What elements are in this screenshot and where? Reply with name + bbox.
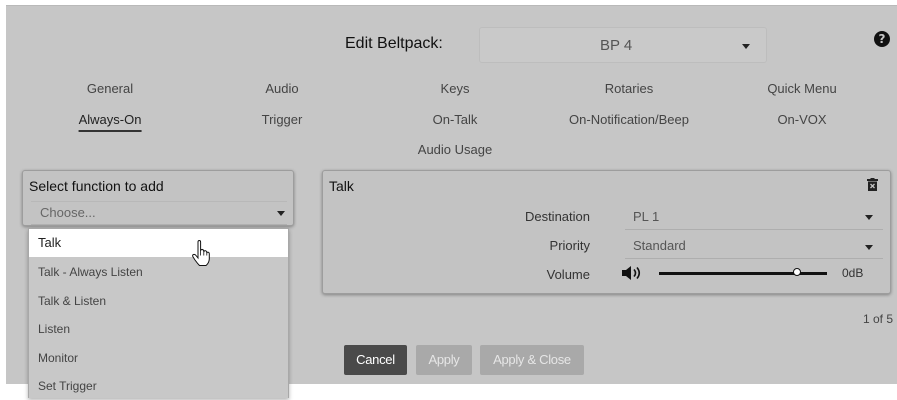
- priority-select[interactable]: Standard: [625, 234, 883, 259]
- chevron-down-icon: [865, 215, 873, 220]
- pager-label: 1 of 5: [863, 312, 894, 326]
- volume-slider-track: [659, 272, 827, 275]
- help-icon[interactable]: ?: [874, 31, 890, 47]
- priority-label: Priority: [549, 238, 590, 253]
- apply-button[interactable]: Apply: [416, 345, 472, 375]
- dropdown-option-listen[interactable]: Listen: [29, 315, 288, 343]
- tab-quick-menu[interactable]: Quick Menu: [767, 81, 836, 96]
- volume-value: 0dB: [842, 266, 864, 280]
- chevron-down-icon: [742, 44, 750, 49]
- cancel-button[interactable]: Cancel: [344, 345, 407, 375]
- destination-value: PL 1: [633, 209, 660, 224]
- tab-always-on[interactable]: Always-On: [78, 112, 142, 132]
- priority-value: Standard: [633, 238, 686, 253]
- chevron-down-icon: [277, 211, 285, 216]
- beltpack-select-value: BP 4: [600, 37, 633, 54]
- apply-close-button[interactable]: Apply & Close: [480, 345, 584, 375]
- chevron-down-icon: [865, 245, 873, 250]
- tab-general[interactable]: General: [87, 81, 133, 96]
- speaker-icon[interactable]: [621, 265, 643, 284]
- talk-function-panel: Talk Destination PL 1 Priority Standard …: [322, 170, 891, 294]
- destination-select[interactable]: PL 1: [625, 205, 883, 230]
- dropdown-option-talk-always-listen[interactable]: Talk - Always Listen: [29, 258, 288, 286]
- dialog-title: Edit Beltpack:: [345, 35, 443, 52]
- tab-keys[interactable]: Keys: [441, 81, 470, 96]
- function-picker-panel: Select function to add Choose...: [22, 170, 294, 226]
- function-select-placeholder: Choose...: [40, 205, 96, 220]
- tab-trigger[interactable]: Trigger: [262, 112, 303, 127]
- tab-on-vox[interactable]: On-VOX: [777, 112, 826, 127]
- dropdown-option-talk[interactable]: Talk: [29, 229, 288, 257]
- function-picker-title: Select function to add: [29, 178, 164, 194]
- talk-panel-title: Talk: [329, 178, 354, 194]
- tab-on-notification-beep[interactable]: On-Notification/Beep: [569, 112, 689, 127]
- volume-label: Volume: [546, 267, 590, 282]
- tab-audio[interactable]: Audio: [265, 81, 298, 96]
- tab-on-talk[interactable]: On-Talk: [433, 112, 478, 127]
- function-dropdown-list: Talk Talk - Always Listen Talk & Listen …: [28, 228, 289, 398]
- tab-audio-usage[interactable]: Audio Usage: [418, 142, 492, 157]
- destination-label: Destination: [524, 209, 590, 224]
- volume-slider[interactable]: [659, 268, 827, 277]
- hand-cursor-icon: [192, 239, 210, 271]
- trash-icon[interactable]: [867, 178, 878, 194]
- dropdown-option-monitor[interactable]: Monitor: [29, 344, 288, 372]
- tab-rotaries[interactable]: Rotaries: [605, 81, 653, 96]
- dropdown-option-set-trigger[interactable]: Set Trigger: [29, 372, 288, 400]
- dropdown-option-talk-listen[interactable]: Talk & Listen: [29, 287, 288, 315]
- volume-slider-thumb[interactable]: [792, 268, 801, 276]
- function-select[interactable]: Choose...: [31, 201, 287, 225]
- beltpack-select[interactable]: BP 4: [479, 27, 767, 63]
